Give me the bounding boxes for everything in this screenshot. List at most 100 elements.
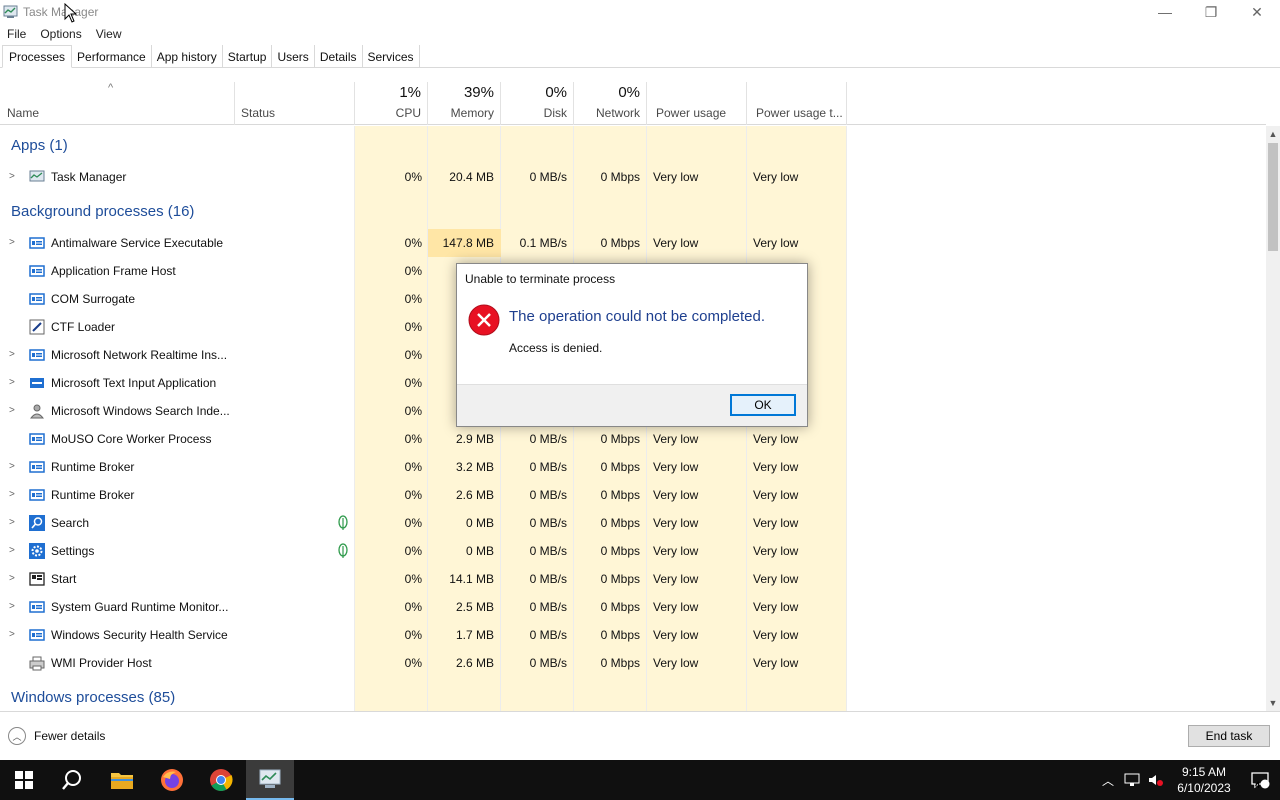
end-task-button[interactable]: End task	[1188, 725, 1270, 747]
column-power-trend[interactable]: Power usage t...	[747, 82, 847, 125]
vertical-scrollbar[interactable]: ▲ ▼	[1266, 126, 1280, 711]
expand-chevron-icon[interactable]: >	[9, 545, 15, 556]
column-status[interactable]: Status	[235, 82, 355, 125]
ok-button[interactable]: OK	[730, 394, 796, 416]
dialog-footer: OK	[457, 384, 807, 426]
taskbar: ︿ 9:15 AM 6/10/2023 4	[0, 760, 1280, 800]
cpu-cell: 0%	[404, 292, 422, 306]
efficiency-leaf-icon	[337, 543, 349, 562]
column-network[interactable]: 0% Network	[574, 82, 647, 125]
process-name: Microsoft Network Realtime Ins...	[51, 348, 228, 362]
tab-details[interactable]: Details	[315, 45, 363, 68]
notification-center-button[interactable]: 4	[1240, 760, 1280, 800]
table-row[interactable]: > Antimalware Service Executable 0% 147.8 M…	[0, 229, 1266, 257]
scroll-down-icon[interactable]: ▼	[1266, 695, 1280, 711]
column-power-usage[interactable]: Power usage	[647, 82, 747, 125]
table-row[interactable]: > Runtime Broker 0% 3.2 MB 0 MB/s 0 Mbps Very …	[0, 453, 1266, 481]
start-button[interactable]	[0, 760, 48, 800]
expand-chevron-icon[interactable]: >	[9, 171, 15, 182]
network-cell: 0 Mbps	[600, 516, 640, 530]
cpu-cell: 0%	[404, 320, 422, 334]
table-row[interactable]: > Runtime Broker 0% 2.6 MB 0 MB/s 0 Mbps Very …	[0, 481, 1266, 509]
column-memory[interactable]: 39% Memory	[428, 82, 501, 125]
column-disk[interactable]: 0% Disk	[501, 82, 574, 125]
firefox-button[interactable]	[148, 760, 196, 800]
maximize-button[interactable]: ❐	[1188, 0, 1234, 24]
cpu-cell: 0%	[404, 432, 422, 446]
table-row[interactable]: WMI Provider Host 0% 2.6 MB 0 MB/s 0 Mbps Ver…	[0, 649, 1266, 677]
expand-chevron-icon[interactable]: >	[9, 629, 15, 640]
table-row[interactable]: > Task Manager 0% 20.4 MB 0 MB/s 0 Mbps Very l…	[0, 163, 1266, 191]
power-usage-cell: Very low	[653, 544, 699, 558]
chrome-button[interactable]	[197, 760, 245, 800]
disk-cell: 0 MB/s	[529, 488, 567, 502]
tab-startup[interactable]: Startup	[223, 45, 273, 68]
title-bar: Task Manager — ❐ ✕	[0, 0, 1280, 24]
tab-app-history[interactable]: App history	[152, 45, 223, 68]
disk-cell: 0.1 MB/s	[519, 236, 567, 250]
expand-chevron-icon[interactable]: >	[9, 461, 15, 472]
power-trend-cell: Very low	[753, 628, 799, 642]
process-icon	[29, 599, 45, 615]
clock-time: 9:15 AM	[1181, 765, 1227, 779]
power-trend-cell: Very low	[753, 516, 799, 530]
network-cell: 0 Mbps	[600, 432, 640, 446]
process-icon	[29, 235, 45, 251]
process-icon	[29, 627, 45, 643]
close-button[interactable]: ✕	[1234, 0, 1280, 24]
process-icon	[29, 375, 45, 391]
minimize-button[interactable]: —	[1142, 0, 1188, 24]
power-trend-cell: Very low	[753, 656, 799, 670]
file-explorer-button[interactable]	[98, 760, 146, 800]
expand-chevron-icon[interactable]: >	[9, 601, 15, 612]
tab-performance[interactable]: Performance	[72, 45, 152, 68]
cpu-cell: 0%	[404, 516, 422, 530]
table-row[interactable]: > Windows Security Health Service 0% 1.7 MB…	[0, 621, 1266, 649]
column-name[interactable]: ^ Name	[0, 82, 235, 125]
mouse-cursor-icon	[64, 3, 78, 23]
expand-chevron-icon[interactable]: >	[9, 489, 15, 500]
tab-services[interactable]: Services	[363, 45, 420, 68]
table-row[interactable]: > Search 0% 0 MB 0 MB/s 0 Mbps Very low Very lo…	[0, 509, 1266, 537]
group-windows[interactable]: Windows processes (85)	[11, 689, 175, 706]
column-cpu[interactable]: 1% CPU	[355, 82, 428, 125]
group-background[interactable]: Background processes (16)	[11, 203, 194, 220]
power-usage-cell: Very low	[653, 516, 699, 530]
dialog-detail-message: Access is denied.	[509, 341, 603, 355]
expand-chevron-icon[interactable]: >	[9, 377, 15, 388]
clock[interactable]: 9:15 AM 6/10/2023	[1168, 764, 1240, 796]
search-button[interactable]	[48, 760, 96, 800]
menu-file[interactable]: File	[0, 27, 33, 41]
column-name-label: Name	[7, 106, 40, 120]
table-row[interactable]: > Start 0% 14.1 MB 0 MB/s 0 Mbps Very low Very …	[0, 565, 1266, 593]
network-icon[interactable]	[1120, 760, 1144, 800]
group-apps[interactable]: Apps (1)	[11, 137, 68, 154]
expand-chevron-icon[interactable]: >	[9, 405, 15, 416]
chevron-up-icon[interactable]: ︿	[1096, 760, 1120, 800]
expand-chevron-icon[interactable]: >	[9, 573, 15, 584]
menu-bar: File Options View	[0, 24, 129, 44]
process-icon	[29, 655, 45, 671]
scroll-thumb[interactable]	[1268, 143, 1278, 251]
expand-chevron-icon[interactable]: >	[9, 517, 15, 528]
notification-count: 4	[1254, 780, 1260, 790]
power-usage-cell: Very low	[653, 656, 699, 670]
table-row[interactable]: > System Guard Runtime Monitor... 0% 2.5 MB…	[0, 593, 1266, 621]
power-usage-cell: Very low	[653, 236, 699, 250]
volume-muted-icon[interactable]	[1144, 760, 1168, 800]
table-row[interactable]: > Settings 0% 0 MB 0 MB/s 0 Mbps Very low Very …	[0, 537, 1266, 565]
expand-chevron-icon[interactable]: >	[9, 349, 15, 360]
tab-processes[interactable]: Processes	[2, 45, 73, 68]
fewer-details-button[interactable]: ︿ Fewer details	[8, 727, 105, 745]
cpu-cell: 0%	[404, 236, 422, 250]
power-trend-cell: Very low	[753, 572, 799, 586]
power-trend-cell: Very low	[753, 600, 799, 614]
tab-users[interactable]: Users	[272, 45, 315, 68]
menu-view[interactable]: View	[89, 27, 129, 41]
scroll-up-icon[interactable]: ▲	[1266, 126, 1280, 142]
table-row[interactable]: MoUSO Core Worker Process 0% 2.9 MB 0 MB/s 0…	[0, 425, 1266, 453]
menu-options[interactable]: Options	[33, 27, 88, 41]
expand-chevron-icon[interactable]: >	[9, 237, 15, 248]
memory-cell: 1.7 MB	[455, 628, 494, 642]
task-manager-taskbar-button[interactable]	[246, 760, 294, 800]
